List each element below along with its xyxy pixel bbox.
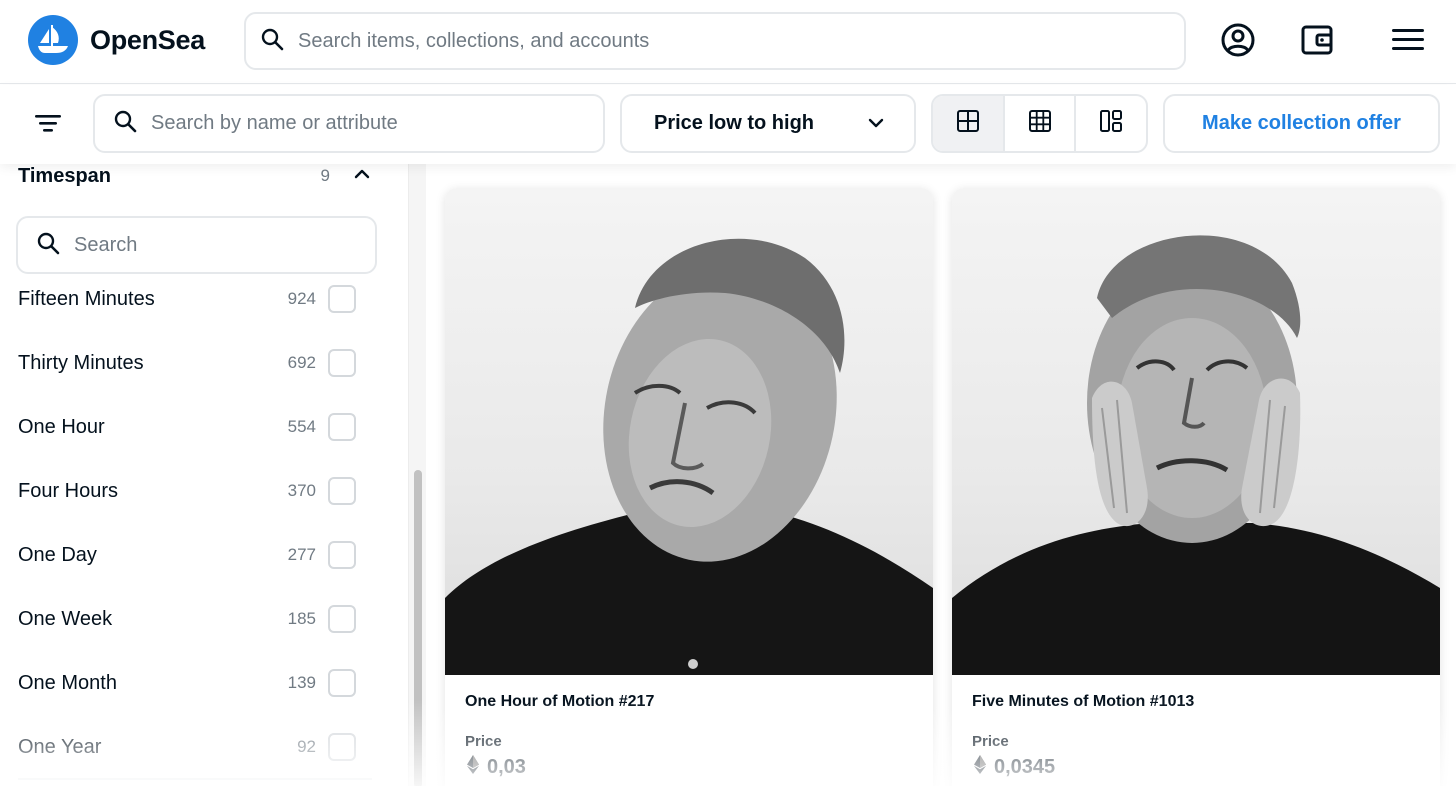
opensea-logo-icon [28, 15, 78, 65]
filter-icon [35, 113, 61, 138]
chevron-up-icon[interactable] [354, 166, 370, 184]
global-search[interactable] [244, 12, 1186, 70]
option-checkbox[interactable] [328, 605, 356, 633]
filter-sidebar: Timespan 9 Fifteen Minutes 924 Thirty Mi… [0, 164, 408, 786]
chevron-down-icon [868, 115, 884, 133]
sort-selected-value: Price low to high [654, 112, 815, 134]
filter-option[interactable]: One Day 277 [18, 535, 358, 575]
menu-icon[interactable] [1388, 18, 1428, 62]
option-label: One Week [18, 607, 113, 630]
app-name: OpenSea [90, 24, 205, 55]
price-value: 0,03 [487, 756, 526, 778]
option-checkbox[interactable] [328, 413, 356, 441]
option-label: One Hour [18, 415, 105, 438]
mosaic-icon [1100, 110, 1123, 137]
option-checkbox[interactable] [328, 477, 356, 505]
profile-icon[interactable] [1218, 18, 1258, 62]
ethereum-icon [974, 755, 986, 780]
grid-small-icon [1028, 110, 1051, 137]
sidebar-search-input[interactable] [74, 233, 354, 257]
nft-card[interactable]: One Hour of Motion #217 Price 0,03 [445, 188, 933, 786]
option-label: Thirty Minutes [18, 351, 144, 374]
ethereum-icon [467, 755, 479, 780]
top-nav: OpenSea [0, 0, 1456, 84]
option-count: 692 [287, 353, 316, 372]
grid-large-icon [956, 110, 979, 137]
option-count: 924 [287, 289, 316, 308]
option-checkbox[interactable] [328, 285, 356, 313]
filter-option[interactable]: One Week 185 [18, 599, 358, 639]
nft-name: One Hour of Motion #217 [465, 693, 655, 710]
option-checkbox[interactable] [328, 541, 356, 569]
opensea-logo[interactable]: OpenSea [28, 15, 205, 65]
attribute-search[interactable] [93, 94, 605, 153]
option-count: 370 [287, 481, 316, 500]
option-label: Fifteen Minutes [18, 287, 155, 310]
price-value-group: 0,03 [467, 755, 526, 780]
wallet-icon[interactable] [1297, 18, 1337, 62]
option-label: One Year [18, 735, 102, 758]
make-collection-offer-button[interactable]: Make collection offer [1163, 94, 1440, 153]
search-icon [36, 231, 60, 260]
price-value: 0,0345 [994, 756, 1056, 778]
price-label: Price [972, 733, 1009, 750]
nft-card[interactable]: Five Minutes of Motion #1013 Price 0,034… [952, 188, 1440, 786]
filter-option[interactable]: One Month 139 [18, 663, 358, 703]
option-label: One Day [18, 543, 97, 566]
filter-toolbar: Price low to high Make collection offer [0, 85, 1456, 164]
option-count: 554 [287, 417, 316, 436]
search-icon [260, 27, 284, 56]
section-count: 9 [320, 166, 330, 185]
nft-image [952, 188, 1440, 675]
mosaic-view-button[interactable] [1076, 96, 1146, 151]
filter-option[interactable]: One Year 92 [18, 727, 358, 767]
nft-image [445, 188, 933, 675]
filter-option[interactable]: Thirty Minutes 692 [18, 343, 358, 383]
filter-option[interactable]: One Hour 554 [18, 407, 358, 447]
filter-option[interactable]: Four Hours 370 [18, 471, 358, 511]
scrollbar-thumb[interactable] [414, 470, 422, 786]
option-count: 139 [287, 673, 316, 692]
option-label: One Month [18, 671, 117, 694]
filter-toggle-button[interactable] [30, 107, 66, 143]
option-label: Four Hours [18, 479, 119, 502]
grid-large-view-button[interactable] [933, 96, 1005, 151]
sort-dropdown[interactable]: Price low to high [620, 94, 916, 153]
filter-option[interactable]: Fifteen Minutes 924 [18, 279, 358, 319]
section-divider [18, 778, 372, 780]
price-value-group: 0,0345 [974, 755, 1055, 780]
price-label: Price [465, 733, 502, 750]
timespan-section-header[interactable]: Timespan 9 [18, 164, 378, 188]
option-checkbox[interactable] [328, 733, 356, 761]
option-count: 185 [287, 609, 316, 628]
option-checkbox[interactable] [328, 669, 356, 697]
sidebar-search[interactable] [16, 216, 377, 274]
section-title: Timespan [18, 164, 111, 187]
item-grid: One Hour of Motion #217 Price 0,03 Five … [427, 164, 1456, 786]
global-search-input[interactable] [298, 29, 1158, 53]
option-count: 277 [287, 545, 316, 564]
attribute-search-input[interactable] [151, 112, 571, 135]
search-icon [113, 109, 137, 138]
grid-small-view-button[interactable] [1005, 96, 1077, 151]
nft-name: Five Minutes of Motion #1013 [972, 693, 1195, 710]
option-count: 92 [297, 737, 316, 756]
option-checkbox[interactable] [328, 349, 356, 377]
sidebar-scrollbar[interactable] [408, 164, 426, 786]
view-mode-toggle [931, 94, 1148, 153]
